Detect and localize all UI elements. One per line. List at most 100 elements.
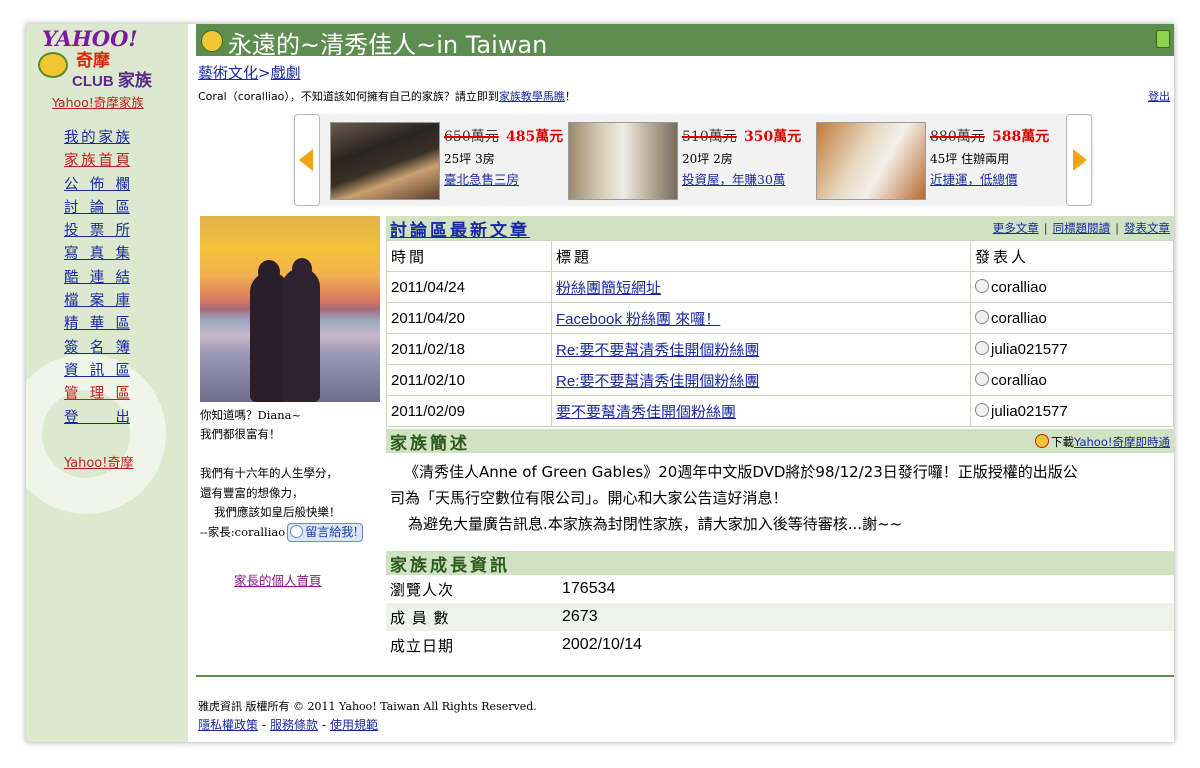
- stat-value: 2002/10/14: [562, 636, 643, 653]
- stat-label: 成 員 數: [386, 603, 558, 631]
- sidebar-item-guestbook[interactable]: 簽名簿: [64, 336, 130, 359]
- breadcrumb: 藝術文化>戲劇: [198, 62, 301, 83]
- post-author: coralliao: [991, 309, 1047, 327]
- browser-page: YAHOO! 奇摩 CLUB 家族 Yahoo!奇摩家族 我的家族 家族首頁 公…: [26, 24, 1174, 742]
- owner-homepage-link[interactable]: 家長的個人首頁: [234, 570, 322, 589]
- divider: |: [1043, 221, 1048, 235]
- leave-message-button[interactable]: 留言給我!: [287, 523, 364, 542]
- sidebar-item-highlights[interactable]: 精華區: [64, 312, 130, 335]
- page-title: 永遠的~清秀佳人~in Taiwan: [228, 31, 548, 59]
- caption-line: 你知道嗎？Diana~: [200, 408, 302, 422]
- sidebar-item-bulletin[interactable]: 公佈欄: [64, 173, 130, 196]
- usage-rules-link[interactable]: 使用規範: [330, 718, 378, 732]
- stat-label: 瀏覽人次: [390, 580, 455, 599]
- ad-thumbnail[interactable]: [330, 122, 440, 200]
- ad-thumbnail[interactable]: [568, 122, 678, 200]
- family-description: 《清秀佳人Anne of Green Gables》20週年中文版DVD將於98…: [386, 453, 1174, 541]
- sidebar-item-links[interactable]: 酷連結: [64, 266, 130, 289]
- carousel-next-button[interactable]: [1066, 114, 1092, 206]
- terms-link[interactable]: 服務條款: [270, 718, 318, 732]
- logout-link[interactable]: 登出: [1148, 88, 1170, 104]
- sidebar-subtitle-link[interactable]: Yahoo!奇摩家族: [52, 92, 144, 111]
- description-line: 《清秀佳人Anne of Green Gables》20週年中文版DVD將於98…: [404, 463, 1078, 481]
- owner-quote: 我們有十六年的人生學分， 還有豐富的想像力， 我們應該如皇后般快樂！ --家長:…: [200, 464, 388, 542]
- stat-row: 成立日期 2002/10/14: [386, 631, 1174, 659]
- messenger-download-link[interactable]: Yahoo!奇摩即時通: [1074, 435, 1170, 449]
- stat-row: 瀏覽人次 176534: [386, 575, 1174, 603]
- yahoo-club-logo[interactable]: YAHOO! 奇摩 CLUB 家族: [38, 26, 178, 90]
- sidebar-item-logout[interactable]: 登出: [64, 406, 130, 429]
- ad-old-price: 510萬元: [682, 129, 737, 145]
- sidebar-item-info[interactable]: 資訊區: [64, 359, 130, 382]
- family-tutorial-link[interactable]: 家族教學馬瞧: [499, 90, 565, 103]
- forum-section-title[interactable]: 討論區最新文章: [390, 216, 530, 241]
- user-icon: [975, 309, 989, 324]
- main-area: 永遠的~清秀佳人~in Taiwan 藝術文化>戲劇 Coral（coralli…: [196, 24, 1174, 742]
- sidebar-item-my-families[interactable]: 我的家族: [64, 126, 130, 149]
- user-icon: [975, 371, 989, 386]
- quote-line: 我們有十六年的人生學分，: [200, 466, 338, 480]
- ad-thumbnail[interactable]: [816, 122, 926, 200]
- sidebar-item-photos[interactable]: 寫真集: [64, 242, 130, 265]
- ad-spec: 20坪 2房: [682, 152, 733, 166]
- lock-icon[interactable]: [1156, 30, 1170, 48]
- family-photo[interactable]: [200, 216, 380, 402]
- growth-stats-table: 瀏覽人次 176534 成 員 數 2673 成立日期 2002/10/14: [386, 575, 1174, 659]
- ad-item[interactable]: 650萬元 485萬元 25坪 3房 臺北急售三房: [330, 122, 570, 202]
- ad-link[interactable]: 投資屋，年賺30萬: [682, 169, 785, 188]
- forum-actions: 更多文章 | 同標題閱讀 | 發表文章: [993, 220, 1170, 236]
- sidebar-item-admin[interactable]: 管理區: [64, 382, 130, 405]
- sidebar-item-polls[interactable]: 投票所: [64, 219, 130, 242]
- description-section-title: 家族簡述: [390, 434, 470, 454]
- post-author: coralliao: [991, 278, 1047, 296]
- privacy-policy-link[interactable]: 隱私權政策: [198, 718, 258, 732]
- messenger-download: 下載Yahoo!奇摩即時通: [1035, 434, 1170, 450]
- post-date: 2011/04/20: [386, 302, 552, 334]
- post-title-link[interactable]: 粉絲團簡短網址: [556, 280, 661, 297]
- ad-item[interactable]: 880萬元 588萬元 45坪 住辦兩用 近捷運，低總價: [816, 122, 1056, 202]
- post-title-link[interactable]: 要不要幫清秀佳開個粉絲團: [556, 404, 736, 421]
- ad-item[interactable]: 510萬元 350萬元 20坪 2房 投資屋，年賺30萬: [568, 122, 808, 202]
- silhouette-figure: [282, 268, 320, 402]
- stat-value: 2673: [558, 603, 1174, 631]
- family-mascot-icon: [201, 30, 223, 52]
- user-icon: [975, 402, 989, 417]
- ad-spec: 25坪 3房: [444, 152, 495, 166]
- divider: |: [1115, 221, 1119, 235]
- sidebar-item-family-home[interactable]: 家族首頁: [64, 149, 130, 172]
- footer-dash: -: [261, 718, 267, 732]
- breadcrumb-category-link[interactable]: 藝術文化: [198, 64, 258, 82]
- sidebar-item-files[interactable]: 檔案庫: [64, 289, 130, 312]
- smiley-icon: [290, 525, 304, 538]
- post-date: 2011/02/09: [386, 395, 552, 427]
- ad-link[interactable]: 臺北急售三房: [444, 169, 519, 188]
- column-header-time: 時間: [386, 240, 552, 272]
- table-row: 2011/02/18 Re:要不要幫清秀佳開個粉絲團 julia021577: [386, 333, 1174, 365]
- more-posts-link[interactable]: 更多文章: [993, 221, 1039, 235]
- ad-new-price: 588萬元: [992, 129, 1050, 145]
- table-row: 2011/04/20 Facebook 粉絲團 來囉！ coralliao: [386, 302, 1174, 334]
- sidebar-item-forum[interactable]: 討論區: [64, 196, 130, 219]
- family-title-bar: 永遠的~清秀佳人~in Taiwan: [196, 24, 1174, 59]
- post-title-link[interactable]: Re:要不要幫清秀佳開個粉絲團: [556, 373, 759, 390]
- ad-new-price: 485萬元: [506, 129, 564, 145]
- post-title-link[interactable]: Re:要不要幫清秀佳開個粉絲團: [556, 342, 759, 359]
- new-post-link[interactable]: 發表文章: [1124, 221, 1170, 235]
- breadcrumb-subcategory-link[interactable]: 戲劇: [271, 64, 301, 82]
- ad-link[interactable]: 近捷運，低總價: [930, 169, 1018, 188]
- content-column: 討論區最新文章 更多文章 | 同標題閱讀 | 發表文章 時間 標題 發表人 2011/0…: [386, 216, 1174, 659]
- stat-row: 成 員 數 2673: [386, 603, 1174, 631]
- same-topic-link[interactable]: 同標題閱讀: [1053, 221, 1111, 235]
- breadcrumb-separator: >: [258, 64, 271, 82]
- footer-dash: -: [321, 718, 327, 732]
- carousel-prev-button[interactable]: [294, 114, 320, 206]
- quote-line: 還有豐富的想像力，: [200, 485, 304, 500]
- leave-message-label: 留言給我!: [305, 525, 359, 539]
- post-author: coralliao: [991, 371, 1047, 389]
- table-row: 2011/02/09 要不要幫清秀佳開個粉絲團 julia021577: [386, 395, 1174, 427]
- footer-divider: [196, 675, 1174, 677]
- forum-posts-table: 時間 標題 發表人 2011/04/24 粉絲團簡短網址 coralliao 2…: [386, 240, 1174, 427]
- post-title-link[interactable]: Facebook 粉絲團 來囉！: [556, 311, 720, 328]
- post-author: julia021577: [991, 340, 1068, 358]
- sidebar-yahoo-link[interactable]: Yahoo!奇摩: [64, 452, 133, 471]
